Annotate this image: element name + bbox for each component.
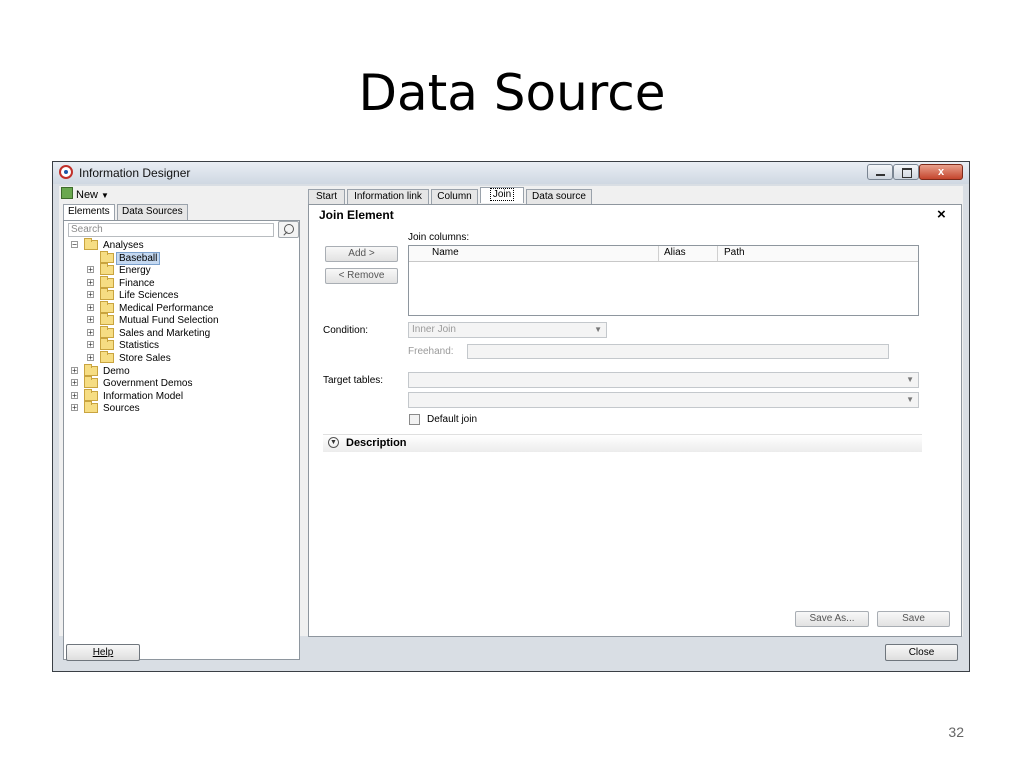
tree-node-label: Energy (119, 265, 151, 276)
tab-join-label: Join (489, 188, 515, 201)
folder-icon (100, 326, 114, 338)
folder-icon (84, 376, 98, 388)
column-header-alias[interactable]: Alias (664, 247, 686, 259)
folder-icon (84, 389, 98, 401)
maximize-button[interactable] (893, 164, 919, 180)
collapse-icon[interactable]: − (71, 241, 78, 249)
tree-node-label: Analyses (103, 240, 144, 251)
expand-icon[interactable]: + (87, 316, 94, 324)
join-element-heading: Join Element (319, 208, 394, 222)
folder-icon (84, 364, 98, 376)
target-tables-label: Target tables: (323, 375, 384, 386)
description-section[interactable]: ▼ Description (323, 434, 922, 452)
folder-icon (100, 313, 114, 325)
tree-node-label: Mutual Fund Selection (119, 315, 219, 326)
expand-icon[interactable]: + (87, 291, 94, 299)
add-button[interactable]: Add > (325, 246, 398, 262)
description-label: Description (346, 437, 407, 449)
tab-column[interactable]: Column (431, 189, 478, 204)
expand-icon[interactable]: + (71, 379, 78, 387)
elements-panel: Search − Analyses Baseball + Energy + Fi… (63, 220, 300, 660)
expand-icon[interactable]: + (87, 266, 94, 274)
folder-icon (84, 401, 98, 413)
expand-icon[interactable]: + (71, 367, 78, 375)
information-designer-logo-icon (59, 165, 73, 179)
chevron-down-icon: ▼ (101, 191, 109, 200)
save-as-button[interactable]: Save As... (795, 611, 869, 627)
window-title: Information Designer (79, 166, 191, 180)
tab-data-source[interactable]: Data source (526, 189, 592, 204)
slide-title: Data Source (358, 64, 666, 122)
remove-button[interactable]: < Remove (325, 268, 398, 284)
tab-join[interactable]: Join (480, 187, 524, 203)
slide-number: 32 (948, 724, 964, 740)
condition-value: Inner Join (412, 324, 456, 335)
expand-circle-icon: ▼ (328, 437, 339, 448)
expand-icon[interactable]: + (87, 279, 94, 287)
tree-node-label: Statistics (119, 340, 160, 351)
freehand-input[interactable] (467, 344, 889, 359)
column-header-name[interactable]: Name (432, 247, 459, 259)
folder-icon (100, 263, 114, 275)
join-columns-table[interactable]: Name Alias Path (408, 245, 919, 316)
minimize-button[interactable] (867, 164, 893, 180)
folder-icon (100, 288, 114, 300)
new-element-icon (61, 187, 73, 199)
search-button[interactable] (278, 221, 299, 238)
close-window-button[interactable]: x (919, 164, 963, 180)
expand-icon[interactable]: + (71, 404, 78, 412)
expand-icon[interactable]: + (87, 354, 94, 362)
folder-icon (84, 238, 98, 250)
target-table-1-select[interactable]: ▼ (408, 372, 919, 388)
column-header-path[interactable]: Path (724, 247, 745, 259)
close-panel-icon[interactable]: × (937, 206, 946, 223)
folder-icon (100, 276, 114, 288)
chevron-down-icon: ▼ (594, 325, 602, 334)
join-element-panel: Join Element × Join columns: Add > < Rem… (308, 204, 962, 637)
condition-label: Condition: (323, 325, 369, 336)
information-designer-window: Information Designer x New ▼ Elements Dat… (52, 161, 970, 672)
tree-node-label: Government Demos (103, 378, 193, 389)
help-button-label: Help (92, 647, 114, 658)
tree-node-label: Life Sciences (119, 290, 179, 301)
chevron-down-icon: ▼ (906, 375, 914, 384)
target-table-2-select[interactable]: ▼ (408, 392, 919, 408)
tab-data-sources[interactable]: Data Sources (117, 204, 188, 220)
join-columns-label: Join columns: (408, 232, 470, 243)
help-button[interactable]: Help (66, 644, 140, 661)
tree-node-label: Store Sales (119, 353, 171, 364)
tab-information-link[interactable]: Information link (347, 189, 429, 204)
close-button[interactable]: Close (885, 644, 958, 661)
folder-icon (100, 251, 114, 263)
expand-icon[interactable]: + (87, 329, 94, 337)
search-input[interactable]: Search (68, 223, 274, 237)
default-join-label: Default join (427, 414, 478, 425)
tab-start[interactable]: Start (308, 189, 345, 204)
dialog-content: New ▼ Elements Data Sources Search − Anal… (59, 186, 963, 660)
expand-icon[interactable]: + (87, 304, 94, 312)
default-join-checkbox[interactable] (409, 414, 420, 425)
table-header: Name Alias Path (409, 246, 918, 262)
title-bar: Information Designer x (53, 162, 969, 184)
tab-elements[interactable]: Elements (63, 204, 115, 221)
condition-select[interactable]: Inner Join ▼ (408, 322, 607, 338)
close-icon: x (937, 166, 945, 178)
folder-icon (100, 351, 114, 363)
folder-icon (100, 338, 114, 350)
expand-icon[interactable]: + (71, 392, 78, 400)
new-button-label: New (76, 189, 99, 201)
tree-node-label: Sources (103, 403, 140, 414)
save-button[interactable]: Save (877, 611, 950, 627)
new-button[interactable]: New ▼ (61, 187, 109, 203)
chevron-down-icon: ▼ (906, 395, 914, 404)
folder-icon (100, 301, 114, 313)
expand-icon[interactable]: + (87, 341, 94, 349)
freehand-label: Freehand: (408, 346, 454, 357)
